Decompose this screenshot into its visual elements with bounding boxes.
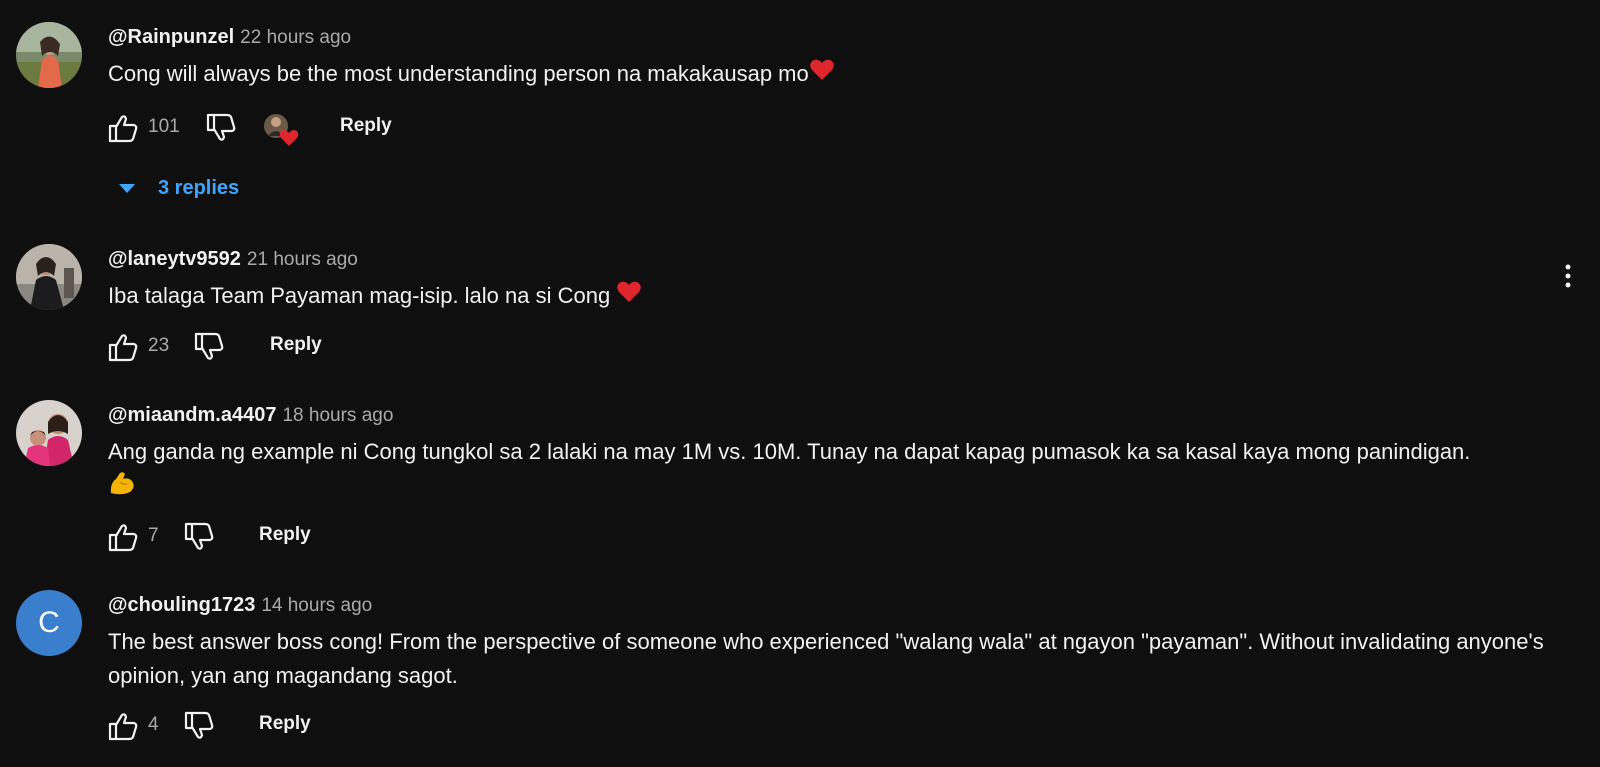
like-count: 23	[148, 335, 170, 356]
heart-icon	[616, 280, 642, 314]
comment-text-content: Cong will always be the most understandi…	[108, 61, 809, 86]
comment-text-content: Iba talaga Team Payaman mag-isip. lalo n…	[108, 283, 617, 308]
thumbs-up-icon[interactable]	[106, 110, 140, 146]
like-count: 101	[148, 116, 180, 137]
avatar[interactable]: C	[16, 590, 82, 656]
comments-section: @Rainpunzel 22 hours ago Cong will always…	[0, 0, 1600, 767]
caret-down-icon	[118, 177, 136, 200]
thumbs-down-icon[interactable]	[182, 708, 216, 744]
like-count: 4	[148, 714, 159, 735]
reply-button[interactable]: Reply	[259, 713, 311, 735]
comment-header: @laneytv9592 21 hours ago	[108, 248, 358, 271]
comment-header: @Rainpunzel 22 hours ago	[108, 26, 351, 49]
thumbs-up-icon[interactable]	[106, 329, 140, 365]
thumbs-up-icon[interactable]	[106, 708, 140, 744]
comment-header: @chouling1723 14 hours ago	[108, 594, 372, 617]
comment-timestamp[interactable]: 22 hours ago	[240, 27, 351, 48]
reply-button[interactable]: Reply	[270, 334, 322, 356]
comment-header: @miaandm.a4407 18 hours ago	[108, 404, 393, 427]
like-count: 7	[148, 525, 159, 546]
replies-count-label: 3 replies	[158, 176, 240, 199]
comment-timestamp[interactable]: 18 hours ago	[282, 405, 393, 426]
thumbs-down-icon[interactable]	[192, 329, 226, 365]
thumbs-down-icon[interactable]	[182, 519, 216, 555]
comment-text: Ang ganda ng example ni Cong tungkol sa …	[108, 435, 1548, 507]
avatar[interactable]	[16, 22, 82, 88]
comment-text: Cong will always be the most understandi…	[108, 57, 1548, 92]
reply-button[interactable]: Reply	[259, 524, 311, 546]
avatar[interactable]	[16, 244, 82, 310]
comment-text-content: The best answer boss cong! From the pers…	[108, 629, 1544, 688]
more-vertical-icon[interactable]	[1562, 262, 1574, 292]
comment-text: Iba talaga Team Payaman mag-isip. lalo n…	[108, 279, 1548, 314]
heart-icon	[809, 58, 835, 92]
author-name[interactable]: @Rainpunzel	[108, 26, 234, 48]
author-name[interactable]: @laneytv9592	[108, 248, 241, 270]
creator-heart-badge	[262, 112, 302, 148]
author-name[interactable]: @miaandm.a4407	[108, 404, 276, 426]
comment-text-content: Ang ganda ng example ni Cong tungkol sa …	[108, 439, 1471, 464]
view-replies-button[interactable]: 3 replies	[118, 172, 239, 204]
author-name[interactable]: @chouling1723	[108, 594, 255, 616]
thumbs-up-icon[interactable]	[106, 519, 140, 555]
flexed-biceps-emoji	[108, 469, 136, 507]
thumbs-down-icon[interactable]	[204, 110, 238, 146]
reply-button[interactable]: Reply	[340, 115, 392, 137]
avatar-letter: C	[38, 606, 60, 639]
comment-text: The best answer boss cong! From the pers…	[108, 625, 1548, 693]
comment-timestamp[interactable]: 14 hours ago	[261, 595, 372, 616]
comment-timestamp[interactable]: 21 hours ago	[247, 249, 358, 270]
avatar[interactable]	[16, 400, 82, 466]
